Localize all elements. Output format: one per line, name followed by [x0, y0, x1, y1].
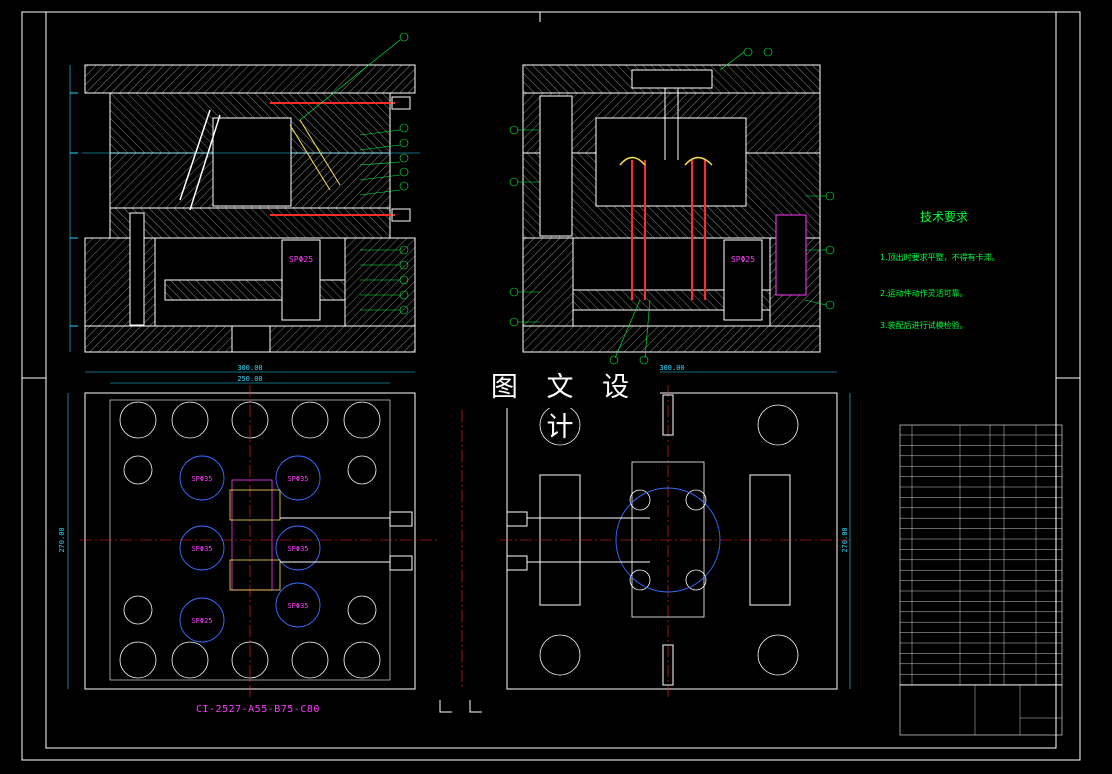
dim-top-inner: 250.00: [237, 375, 262, 383]
dim-top-outer: 300.00: [237, 364, 262, 372]
dim-right-outer: 300.00: [659, 364, 684, 372]
dim-side-left: 270.00: [58, 527, 66, 552]
dimension-labels: 300.00 250.00 300.00 270.00 270.00: [58, 364, 849, 553]
dim-side-right: 270.00: [841, 527, 849, 552]
